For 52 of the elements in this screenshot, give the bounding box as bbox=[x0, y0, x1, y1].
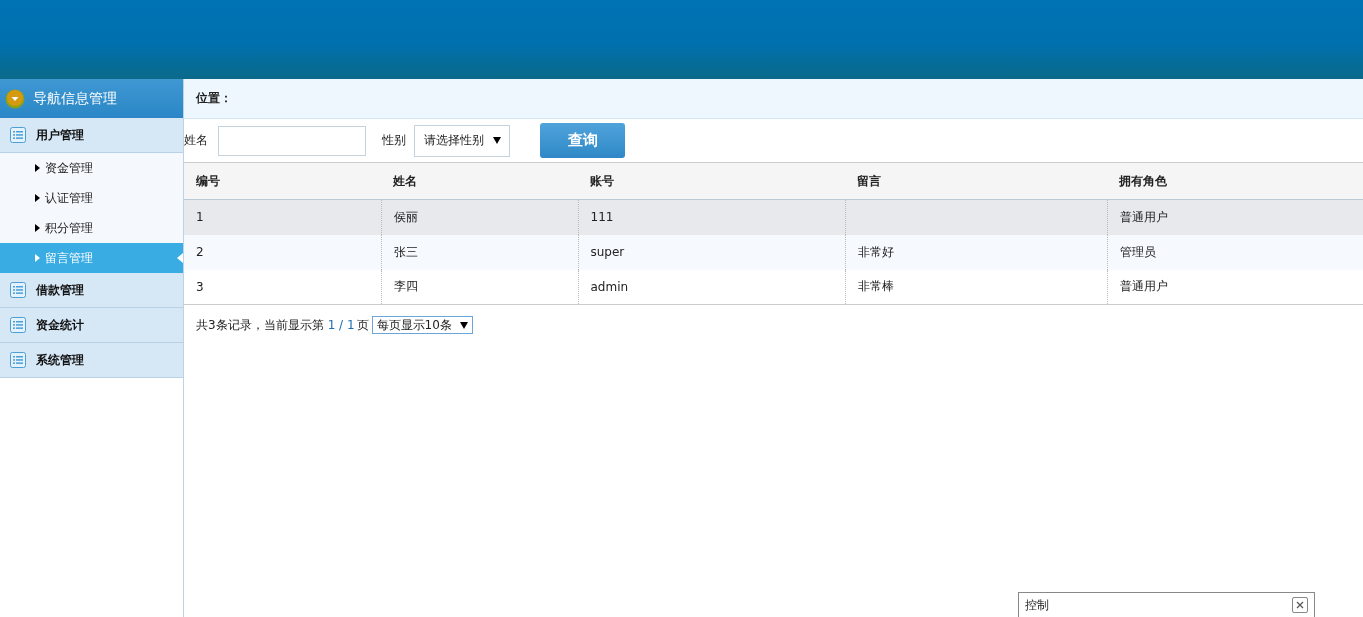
column-header: 拥有角色 bbox=[1107, 162, 1363, 200]
menu-group[interactable]: 借款管理 bbox=[0, 273, 183, 308]
table-cell: 非常好 bbox=[857, 244, 894, 259]
gender-dropdown[interactable]: 请选择性别 bbox=[414, 124, 510, 157]
menu-item[interactable]: 积分管理 bbox=[0, 213, 183, 243]
table-cell: 2 bbox=[196, 245, 204, 259]
triangle-icon bbox=[35, 194, 40, 202]
list-icon bbox=[10, 127, 26, 143]
column-header: 留言 bbox=[845, 162, 1107, 200]
triangle-icon bbox=[35, 224, 40, 232]
table-cell: 李四 bbox=[393, 279, 418, 294]
breadcrumb-label: 位置： bbox=[196, 90, 232, 107]
name-field[interactable] bbox=[218, 125, 366, 156]
dropdown-arrow-icon bbox=[459, 321, 468, 329]
column-header: 账号 bbox=[578, 162, 845, 200]
table-cell: 1 bbox=[196, 210, 204, 225]
table-cell: super bbox=[590, 245, 625, 259]
close-icon[interactable] bbox=[1292, 597, 1308, 613]
page-numbers: 1 / 1 bbox=[327, 318, 355, 332]
table-row[interactable]: 3 李四 admin 非常棒 普通用户 bbox=[184, 269, 1363, 305]
sidebar-title: 导航信息管理 bbox=[33, 89, 117, 108]
caret-icon[interactable] bbox=[5, 88, 25, 109]
table-cell: 管理员 bbox=[1119, 244, 1156, 259]
panel-title: 控制 bbox=[1025, 596, 1049, 614]
menu-group[interactable]: 用户管理 bbox=[0, 118, 183, 153]
list-icon bbox=[10, 282, 26, 298]
page-label: 页 bbox=[356, 316, 369, 334]
triangle-icon bbox=[35, 254, 40, 262]
column-header: 编号 bbox=[184, 162, 381, 200]
triangle-icon bbox=[35, 164, 40, 172]
page-size-dropdown[interactable]: 每页显示10条 bbox=[371, 316, 473, 334]
table-cell: 张三 bbox=[393, 244, 418, 259]
menu-group[interactable]: 系统管理 bbox=[0, 343, 183, 378]
table-row[interactable]: 2 张三 super 非常好 管理员 bbox=[184, 234, 1363, 270]
dropdown-arrow-icon bbox=[493, 137, 501, 144]
table-row[interactable]: 1 侯丽 111 普通用户 bbox=[184, 199, 1363, 235]
list-icon bbox=[10, 352, 26, 368]
field-label: 性别 bbox=[382, 132, 406, 149]
record-count: 共3条记录，当前显示第 bbox=[196, 316, 324, 334]
table-cell: 非常棒 bbox=[857, 279, 894, 294]
menu-item[interactable]: 认证管理 bbox=[0, 183, 183, 213]
table-cell: 3 bbox=[196, 279, 204, 294]
field-label: 姓名 bbox=[184, 132, 208, 149]
list-icon bbox=[10, 317, 26, 333]
menu-group[interactable]: 资金统计 bbox=[0, 308, 183, 343]
table-cell: 普通用户 bbox=[1119, 279, 1168, 294]
table-cell: 侯丽 bbox=[393, 209, 418, 224]
table-cell: admin bbox=[590, 279, 629, 294]
table-cell: 普通用户 bbox=[1119, 209, 1168, 224]
column-header: 姓名 bbox=[381, 162, 578, 200]
menu-item[interactable]: 资金管理 bbox=[0, 153, 183, 183]
table-cell: 111 bbox=[590, 210, 614, 225]
